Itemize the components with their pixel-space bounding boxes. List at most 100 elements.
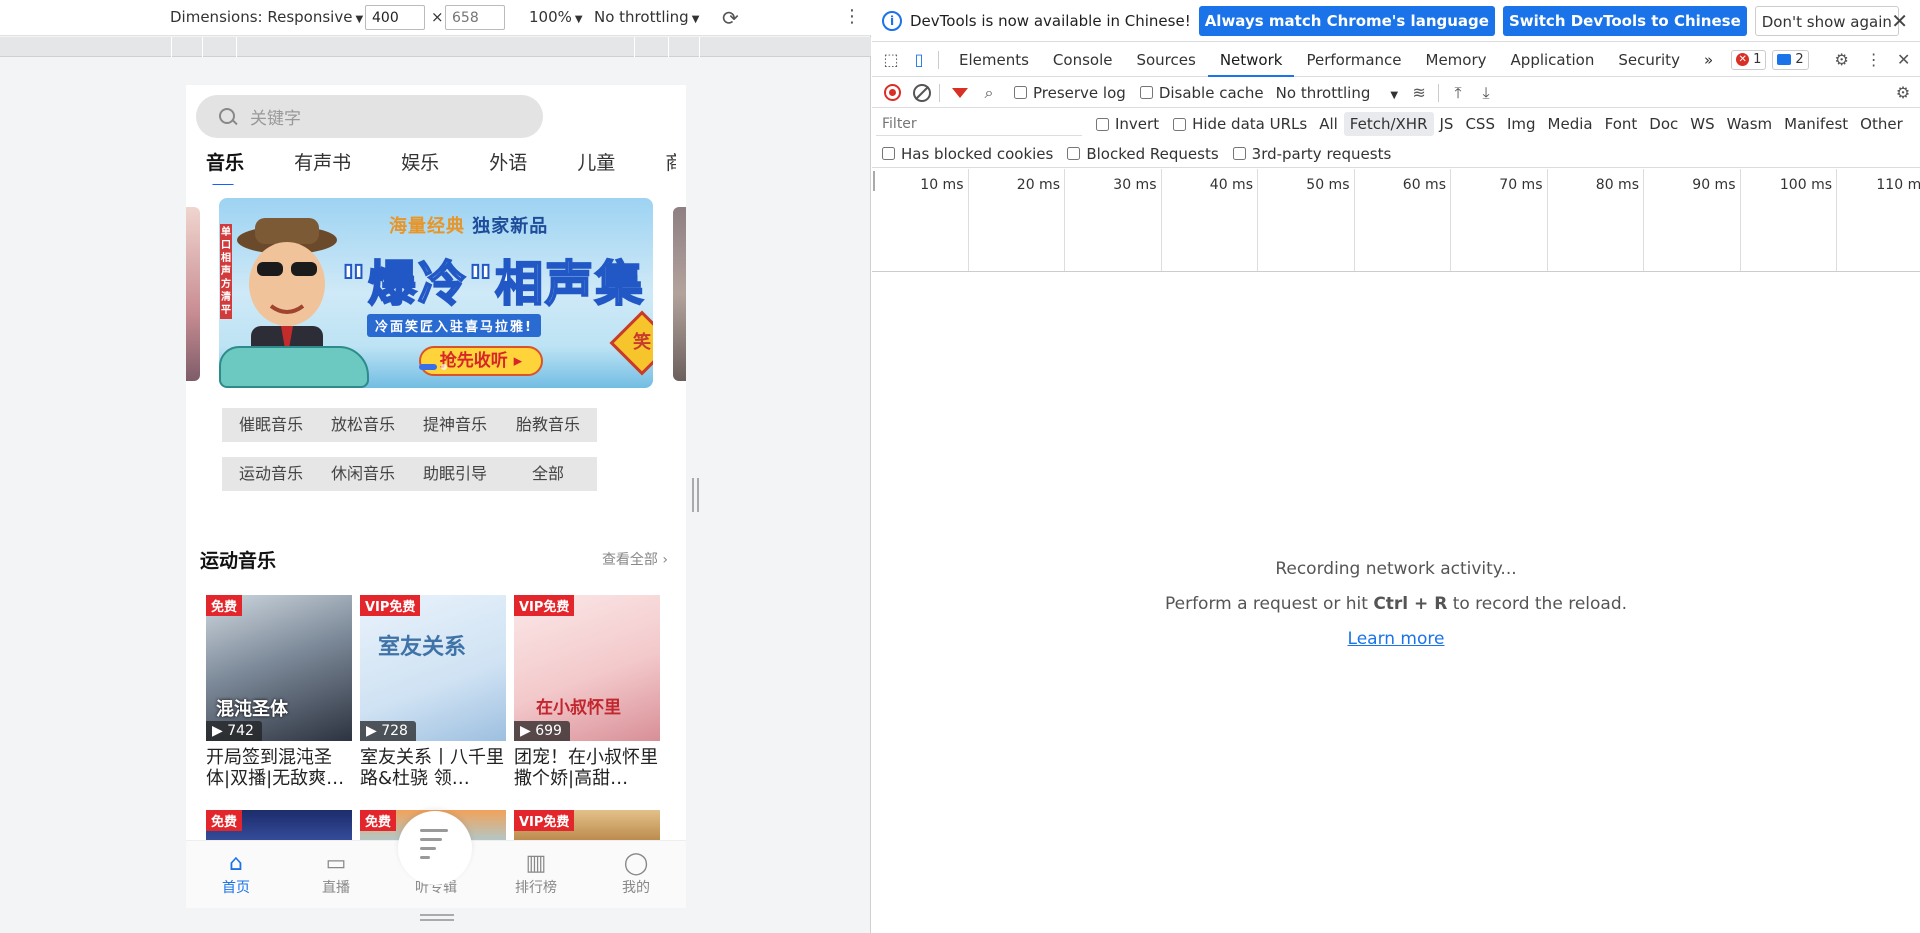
blocked-cookies-checkbox[interactable]: Has blocked cookies	[882, 145, 1053, 163]
filter-img[interactable]: Img	[1501, 112, 1542, 136]
message-count-badge[interactable]: 2	[1772, 49, 1809, 70]
switch-to-chinese-button[interactable]: Switch DevTools to Chinese	[1502, 5, 1747, 36]
search-icon[interactable]: ⌕	[978, 82, 1000, 104]
more-options-icon[interactable]: ⋮	[843, 6, 861, 27]
filter-manifest[interactable]: Manifest	[1778, 112, 1854, 136]
search-placeholder: 关键字	[250, 109, 301, 129]
filter-all[interactable]: All	[1313, 112, 1344, 136]
resize-handle-right[interactable]	[692, 478, 702, 512]
tab-music[interactable]: 音乐	[206, 145, 244, 185]
tab-application[interactable]: Application	[1499, 43, 1607, 77]
tab-memory[interactable]: Memory	[1414, 43, 1499, 77]
filter-bar: Invert Hide data URLs All Fetch/XHR JS C…	[872, 109, 1920, 139]
section-title: 运动音乐	[200, 550, 277, 572]
settings-gear-icon[interactable]: ⚙	[1831, 49, 1853, 71]
chip-sleep-guide[interactable]: 助眠引导	[406, 457, 504, 491]
inspect-element-icon[interactable]: ⬚	[880, 49, 902, 71]
network-settings-icon[interactable]: ⚙	[1892, 82, 1914, 104]
chip-prenatal[interactable]: 胎教音乐	[499, 408, 597, 442]
zoom-dropdown[interactable]: 100% ▼	[529, 8, 583, 26]
nav-profile[interactable]: ◯ 我的	[586, 841, 686, 908]
filter-input[interactable]	[876, 112, 1082, 136]
hide-data-urls-checkbox[interactable]: Hide data URLs	[1173, 115, 1307, 133]
album-cover: VIP免费 室友关系 ▶ 728	[360, 595, 506, 741]
network-throttling-dropdown[interactable]: No throttling ▼	[1276, 84, 1398, 102]
record-button-icon[interactable]	[884, 84, 901, 101]
tab-security[interactable]: Security	[1606, 43, 1692, 77]
chip-energize[interactable]: 提神音乐	[406, 408, 504, 442]
filter-fetch-xhr[interactable]: Fetch/XHR	[1343, 112, 1434, 136]
learn-more-link[interactable]: Learn more	[1348, 629, 1445, 649]
filter-font[interactable]: Font	[1599, 112, 1644, 136]
resize-handle-bottom[interactable]	[420, 914, 454, 922]
screen: Dimensions: Responsive▼ × 100%▼ No throt…	[0, 0, 1920, 933]
close-icon[interactable]: ✕	[1891, 9, 1908, 33]
preserve-log-checkbox[interactable]: Preserve log	[1014, 84, 1126, 102]
banner-prev-slide[interactable]	[186, 207, 200, 381]
media-query-ruler[interactable]	[0, 37, 871, 57]
album-card[interactable]: VIP免费 室友关系 ▶ 728 室友关系丨八千里路&杜骁 领…	[360, 595, 506, 791]
filter-css[interactable]: CSS	[1459, 112, 1501, 136]
tab-sources[interactable]: Sources	[1124, 43, 1207, 77]
tab-elements[interactable]: Elements	[947, 43, 1041, 77]
nav-live[interactable]: ▭ 直播	[286, 841, 386, 908]
third-party-checkbox[interactable]: 3rd-party requests	[1232, 145, 1391, 163]
ranking-icon: ▥	[525, 851, 547, 876]
banner-next-slide[interactable]	[673, 207, 686, 381]
nav-home[interactable]: ⌂ 首页	[186, 841, 286, 908]
filter-doc[interactable]: Doc	[1643, 112, 1684, 136]
filter-js[interactable]: JS	[1434, 112, 1460, 136]
filter-media[interactable]: Media	[1542, 112, 1599, 136]
export-har-icon[interactable]: ⤓	[1475, 82, 1497, 104]
error-count-badge[interactable]: ✕ 1	[1731, 49, 1767, 70]
more-options-icon[interactable]: ⋮	[1863, 49, 1885, 71]
tab-audiobook[interactable]: 有声书	[294, 145, 351, 181]
clear-icon[interactable]	[913, 83, 931, 102]
chip-sport[interactable]: 运动音乐	[222, 457, 320, 491]
dimensions-dropdown[interactable]: Dimensions: Responsive ▼	[170, 8, 363, 26]
filter-wasm[interactable]: Wasm	[1721, 112, 1779, 136]
device-toggle-icon[interactable]: ▯	[908, 49, 930, 71]
import-har-icon[interactable]: ⤒	[1447, 82, 1469, 104]
chip-relax[interactable]: 放松音乐	[314, 408, 412, 442]
network-overview-timeline[interactable]: 10 ms 20 ms 30 ms 40 ms 50 ms 60 ms 70 ms 80 ms…	[872, 169, 1920, 272]
match-language-button[interactable]: Always match Chrome's language	[1198, 5, 1495, 36]
network-conditions-icon[interactable]: ≋	[1408, 82, 1430, 104]
nav-ranking[interactable]: ▥ 排行榜	[486, 841, 586, 908]
chip-hypnosis[interactable]: 催眠音乐	[222, 408, 320, 442]
more-tabs-icon[interactable]: »	[1692, 43, 1725, 77]
invert-checkbox[interactable]: Invert	[1096, 115, 1159, 133]
disable-cache-checkbox[interactable]: Disable cache	[1139, 84, 1264, 102]
width-input[interactable]	[365, 5, 425, 30]
filter-funnel-icon[interactable]	[952, 87, 968, 98]
search-input[interactable]: 关键字	[196, 95, 543, 138]
rotate-icon[interactable]: ⟳	[722, 6, 739, 30]
timeline-tick-label: 50 ms	[1258, 169, 1355, 271]
promo-banner[interactable]: 单口相声方清平 海量经典 独家新品 "爆冷"相声集 冷面笑匠入驻喜马拉雅! 抢先…	[219, 198, 653, 388]
album-card[interactable]: 免费 混沌圣体 ▶ 742 开局签到混沌圣体|双播|无敌爽…	[206, 595, 352, 791]
chip-all[interactable]: 全部	[499, 457, 597, 491]
cover-title-art: 室友关系	[378, 635, 467, 660]
nav-label: 我的	[622, 880, 650, 896]
filter-other[interactable]: Other	[1854, 112, 1909, 136]
tab-language[interactable]: 外语	[489, 145, 527, 181]
dont-show-again-button[interactable]: Don't show again	[1754, 5, 1899, 36]
tab-business[interactable]: 商业财	[665, 145, 676, 181]
tab-console[interactable]: Console	[1041, 43, 1125, 77]
tab-network[interactable]: Network	[1207, 43, 1295, 77]
vip-free-badge: VIP免费	[514, 595, 575, 616]
tab-performance[interactable]: Performance	[1294, 43, 1413, 77]
player-button[interactable]	[398, 811, 472, 885]
close-devtools-icon[interactable]: ✕	[1893, 49, 1915, 71]
chip-leisure[interactable]: 休闲音乐	[314, 457, 412, 491]
tagline-part-a: 海量经典	[389, 216, 465, 237]
album-card[interactable]: VIP免费 在小叔怀里 ▶ 699 团宠！在小叔怀里撒个娇|高甜…	[514, 595, 660, 791]
view-all-link[interactable]: 查看全部 ›	[602, 549, 668, 569]
blocked-requests-checkbox[interactable]: Blocked Requests	[1067, 145, 1219, 163]
tab-entertainment[interactable]: 娱乐	[401, 145, 439, 181]
tab-children[interactable]: 儿童	[577, 145, 615, 181]
throttling-dropdown[interactable]: No throttling ▼	[594, 8, 699, 26]
filter-ws[interactable]: WS	[1684, 112, 1720, 136]
height-input[interactable]	[445, 5, 505, 30]
free-badge: 免费	[206, 810, 243, 831]
